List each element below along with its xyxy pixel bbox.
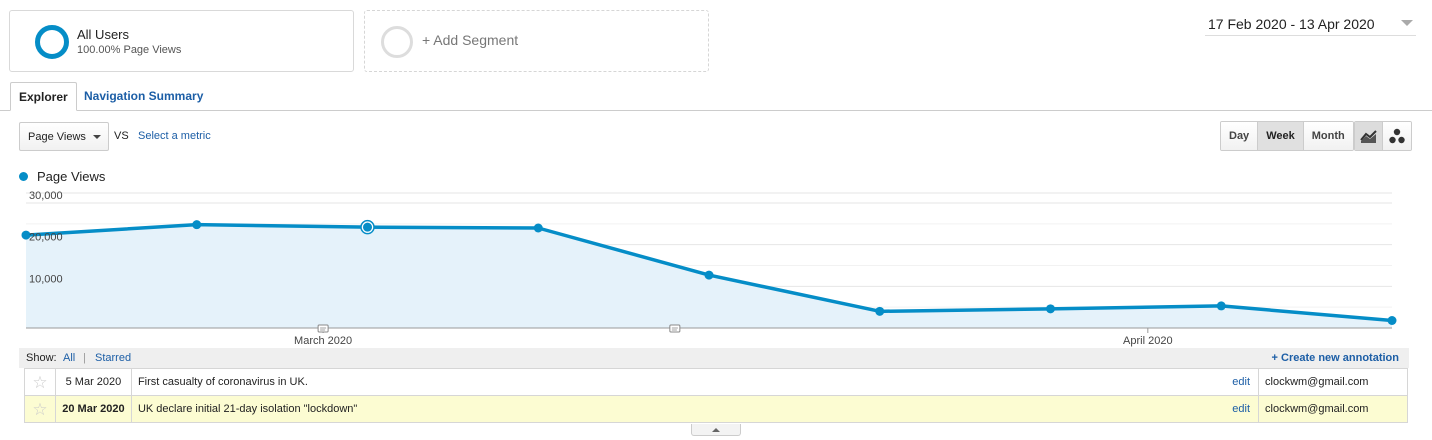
annotation-row: ☆ 5 Mar 2020 First casualty of coronavir… (24, 368, 1408, 396)
tab-explorer[interactable]: Explorer (10, 82, 77, 111)
annotation-marker-icon[interactable] (669, 324, 681, 333)
line-chart-view-button[interactable] (1355, 122, 1383, 150)
segment-all-users[interactable]: All Users 100.00% Page Views (9, 10, 354, 72)
page-views-chart: 10,000 20,000 30,000 March 2020 April 2020 (21, 190, 1397, 347)
star-cell: ☆ (24, 368, 56, 396)
y-tick-label: 20,000 (29, 232, 63, 244)
data-point (875, 306, 885, 316)
star-cell: ☆ (24, 395, 56, 423)
annotation-user: clockwm@gmail.com (1258, 395, 1408, 423)
data-point (192, 220, 202, 230)
annotation-user: clockwm@gmail.com (1258, 368, 1408, 396)
motion-chart-view-button[interactable] (1383, 122, 1411, 150)
segment-ring-icon (35, 25, 69, 59)
annotation-filter-bar: Show: All | Starred + Create new annotat… (19, 348, 1409, 368)
annotation-table: ☆ 5 Mar 2020 First casualty of coronavir… (24, 368, 1408, 423)
data-point (1046, 304, 1055, 314)
data-point (1216, 301, 1226, 311)
empty-segment-ring-icon (381, 26, 413, 58)
metric-dropdown[interactable]: Page Views (19, 122, 109, 151)
period-toggle: Day Week Month (1220, 121, 1354, 151)
data-point (533, 223, 543, 233)
y-tick-label: 30,000 (29, 190, 63, 202)
annotation-marker-icon[interactable] (317, 324, 329, 333)
period-month-button[interactable]: Month (1303, 122, 1353, 150)
x-tick-label: March 2020 (294, 335, 352, 347)
motion-chart-icon (1389, 128, 1405, 144)
segment-name: All Users (77, 27, 130, 42)
chevron-up-icon (712, 427, 720, 432)
annotation-text: UK declare initial 21-day isolation "loc… (137, 403, 358, 415)
show-label: Show: (26, 352, 57, 364)
data-point (363, 222, 372, 232)
edit-link[interactable]: edit (1232, 376, 1250, 388)
chart-view-toggle (1354, 121, 1412, 151)
edit-link[interactable]: edit (1232, 403, 1250, 415)
select-metric-link[interactable]: Select a metric (138, 130, 211, 142)
create-annotation-link[interactable]: + Create new annotation (1272, 352, 1399, 364)
series-dot-icon (19, 172, 28, 181)
filter-all-link[interactable]: All (63, 352, 75, 364)
line-chart-icon (1359, 130, 1377, 143)
annotation-text: First casualty of coronavirus in UK. (137, 376, 308, 388)
x-tick-label: April 2020 (1123, 335, 1173, 347)
annotation-date: 5 Mar 2020 (54, 368, 132, 396)
vs-label: VS (114, 130, 129, 142)
annotation-row: ☆ 20 Mar 2020 UK declare initial 21-day … (24, 395, 1408, 423)
period-week-button[interactable]: Week (1258, 122, 1304, 150)
filter-separator: | (83, 352, 86, 364)
metric-dropdown-label: Page Views (28, 131, 86, 143)
annotation-date: 20 Mar 2020 (54, 395, 132, 423)
annotation-text-cell: First casualty of coronavirus in UK. edi… (130, 368, 1260, 396)
add-segment-label: + Add Segment (422, 32, 519, 48)
star-icon[interactable]: ☆ (32, 400, 47, 419)
chevron-down-icon (1401, 20, 1413, 26)
dropdown-caret-icon (93, 135, 101, 139)
period-day-button[interactable]: Day (1221, 122, 1259, 150)
data-point (704, 270, 714, 280)
date-range-text: 17 Feb 2020 - 13 Apr 2020 (1208, 16, 1375, 32)
collapse-annotations-button[interactable] (691, 424, 741, 436)
filter-starred-link[interactable]: Starred (95, 352, 131, 364)
y-tick-label: 10,000 (29, 273, 63, 285)
annotation-text-cell: UK declare initial 21-day isolation "loc… (130, 395, 1260, 423)
add-segment-button[interactable]: + Add Segment (364, 10, 709, 72)
tab-navigation-summary[interactable]: Navigation Summary (76, 82, 211, 111)
segment-subtitle: 100.00% Page Views (77, 44, 182, 56)
tabs-divider (0, 110, 1432, 111)
date-range-picker[interactable]: 17 Feb 2020 - 13 Apr 2020 (1205, 14, 1416, 36)
data-point (1387, 316, 1397, 325)
star-icon[interactable]: ☆ (32, 373, 47, 392)
